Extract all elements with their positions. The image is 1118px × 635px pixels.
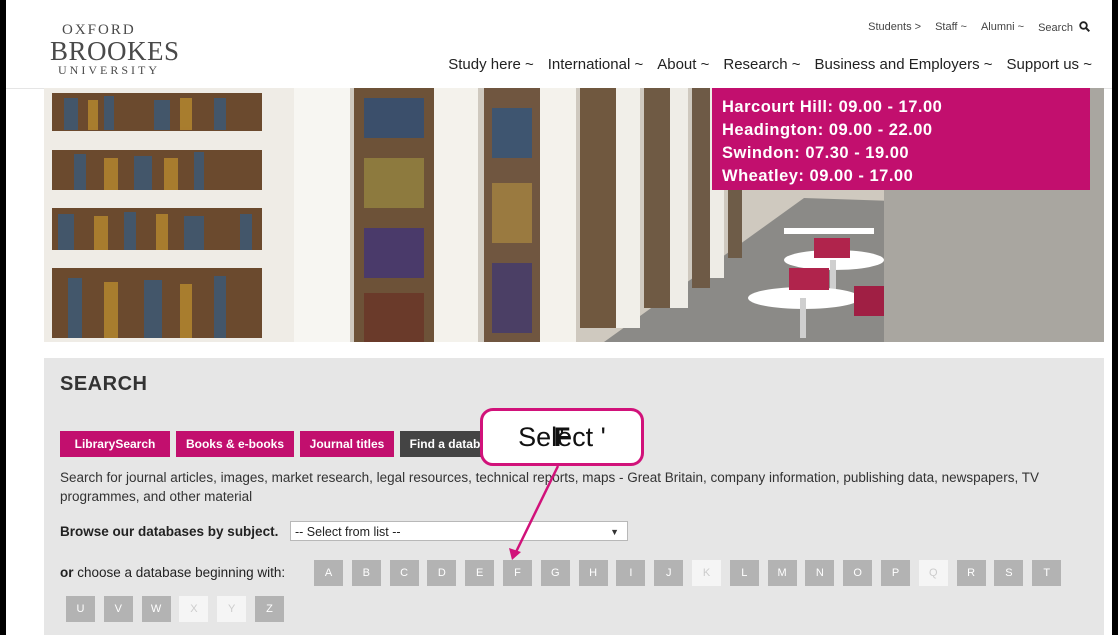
callout-suffix: ' <box>559 422 565 452</box>
select-f-callout: Select ' F ' <box>480 408 644 466</box>
callout-text: Select ' F ' <box>483 411 641 463</box>
callout-pointer-arrow <box>509 465 560 560</box>
browser-page: OXFORD BROOKES UNIVERSITY Students > Sta… <box>6 0 1112 635</box>
